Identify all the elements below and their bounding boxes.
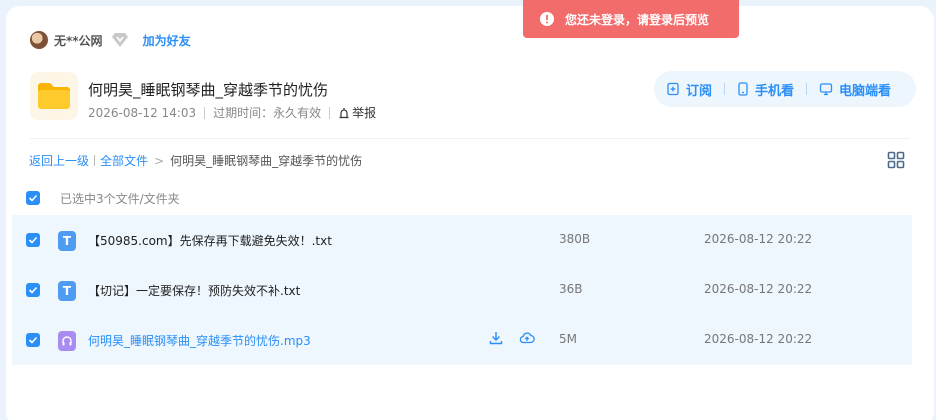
select-all-row: 已选中3个文件/文件夹 bbox=[26, 190, 180, 206]
subscribe-label: 订阅 bbox=[686, 83, 713, 99]
share-card: 无**公网 加为好友 何明昊_睡眠钢琴曲_穿越季节的忧伤 2026-08-12 … bbox=[6, 6, 934, 420]
file-checkbox[interactable] bbox=[26, 233, 40, 247]
check-icon bbox=[28, 286, 38, 294]
file-checkbox[interactable] bbox=[26, 283, 40, 297]
file-date: 2026-08-12 20:22 bbox=[704, 332, 813, 346]
file-row[interactable]: T 【50985.com】先保存再下载避免失效！.txt 380B 2026-0… bbox=[12, 215, 912, 265]
select-all-checkbox[interactable] bbox=[26, 191, 40, 205]
add-friend-link[interactable]: 加为好友 bbox=[143, 32, 191, 49]
audio-file-icon bbox=[58, 331, 76, 351]
report-button[interactable]: 举报 bbox=[338, 104, 376, 121]
phone-icon bbox=[738, 82, 748, 96]
txt-file-icon: T bbox=[58, 231, 76, 251]
action-divider bbox=[806, 83, 808, 95]
avatar[interactable] bbox=[30, 31, 48, 49]
subscribe-icon bbox=[667, 82, 679, 96]
vip-diamond-icon bbox=[111, 33, 128, 47]
warning-icon bbox=[540, 12, 554, 26]
file-list: T 【50985.com】先保存再下载避免失效！.txt 380B 2026-0… bbox=[12, 215, 912, 365]
user-row: 无**公网 加为好友 bbox=[30, 30, 191, 50]
file-name[interactable]: 【50985.com】先保存再下载避免失效！.txt bbox=[88, 232, 332, 249]
report-label: 举报 bbox=[352, 106, 377, 120]
toast-text: 您还未登录，请登录后预览 bbox=[565, 12, 710, 27]
file-name[interactable]: 【切记】一定要保存！预防失效不补.txt bbox=[88, 282, 300, 299]
check-icon bbox=[28, 236, 38, 244]
monitor-icon bbox=[819, 83, 833, 96]
file-date: 2026-08-12 20:22 bbox=[704, 282, 813, 296]
txt-file-icon: T bbox=[58, 281, 76, 301]
share-title: 何明昊_睡眠钢琴曲_穿越季节的忧伤 bbox=[88, 81, 329, 99]
back-link[interactable]: 返回上一级 bbox=[29, 152, 89, 169]
meta-divider bbox=[204, 106, 206, 119]
grid-view-icon[interactable] bbox=[887, 151, 905, 169]
download-icon[interactable] bbox=[488, 330, 504, 346]
check-icon bbox=[28, 194, 38, 202]
file-date: 2026-08-12 20:22 bbox=[704, 232, 813, 246]
user-name[interactable]: 无**公网 bbox=[54, 32, 103, 49]
mobile-view-label: 手机看 bbox=[755, 83, 795, 99]
folder-icon bbox=[30, 72, 78, 120]
check-icon bbox=[28, 336, 38, 344]
desktop-view-button[interactable]: 电脑端看 bbox=[819, 80, 891, 99]
expire-text: 过期时间：永久有效 bbox=[213, 106, 322, 120]
breadcrumb-divider bbox=[94, 155, 96, 166]
subscribe-button[interactable]: 订阅 bbox=[666, 80, 712, 99]
view-actions: 订阅 手机看 电脑端看 bbox=[654, 71, 916, 107]
report-icon bbox=[339, 107, 349, 118]
file-size: 380B bbox=[559, 232, 591, 246]
save-to-cloud-icon[interactable] bbox=[519, 330, 535, 346]
file-size: 5M bbox=[559, 332, 577, 346]
file-checkbox[interactable] bbox=[26, 333, 40, 347]
file-name[interactable]: 何明昊_睡眠钢琴曲_穿越季节的忧伤.mp3 bbox=[88, 332, 311, 349]
share-meta: 2026-08-12 14:03 过期时间：永久有效 举报 bbox=[88, 104, 376, 121]
desktop-view-label: 电脑端看 bbox=[839, 83, 892, 99]
meta-divider bbox=[329, 106, 331, 119]
header-divider bbox=[30, 138, 910, 139]
share-date: 2026-08-12 14:03 bbox=[88, 105, 197, 120]
all-files-link[interactable]: 全部文件 bbox=[100, 152, 148, 169]
breadcrumb-separator: > bbox=[154, 153, 165, 168]
breadcrumb-current: 何明昊_睡眠钢琴曲_穿越季节的忧伤 bbox=[170, 154, 363, 168]
login-toast: 您还未登录，请登录后预览 bbox=[523, 0, 739, 38]
headphones-icon bbox=[62, 336, 72, 346]
selection-count: 已选中3个文件/文件夹 bbox=[60, 191, 180, 206]
file-size: 36B bbox=[559, 282, 583, 296]
file-row[interactable]: T 【切记】一定要保存！预防失效不补.txt 36B 2026-08-12 20… bbox=[12, 265, 912, 315]
mobile-view-button[interactable]: 手机看 bbox=[737, 80, 794, 99]
breadcrumb: 返回上一级 全部文件 > 何明昊_睡眠钢琴曲_穿越季节的忧伤 bbox=[29, 152, 362, 169]
action-divider bbox=[724, 83, 726, 95]
file-row[interactable]: 何明昊_睡眠钢琴曲_穿越季节的忧伤.mp3 5M 2026-08-12 20:2… bbox=[12, 315, 912, 365]
